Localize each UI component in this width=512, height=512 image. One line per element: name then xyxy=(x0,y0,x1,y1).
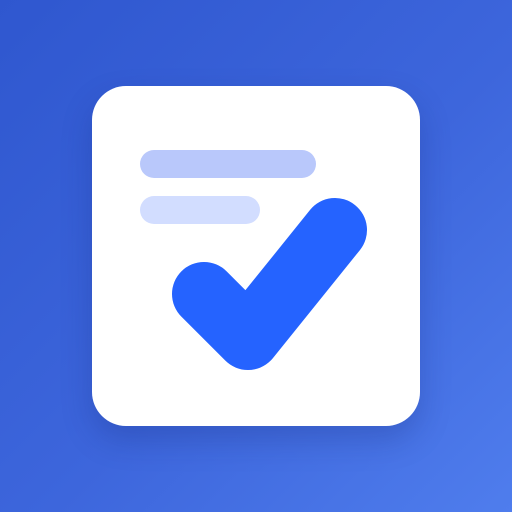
app-icon-card xyxy=(92,86,420,426)
text-line-icon-primary xyxy=(140,150,316,178)
check-icon xyxy=(172,198,367,370)
check-mark-path xyxy=(172,198,367,370)
text-line-icon-secondary xyxy=(140,196,260,224)
app-icon-background xyxy=(0,0,512,512)
